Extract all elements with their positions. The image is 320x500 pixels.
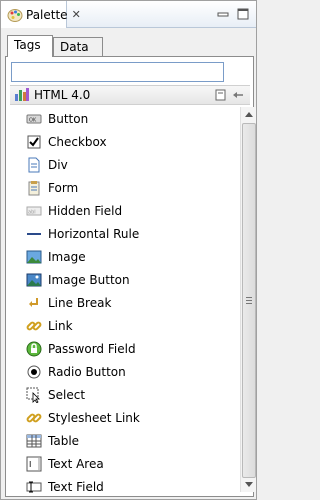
list-item-div[interactable]: Div: [10, 153, 242, 176]
maximize-icon[interactable]: [236, 7, 250, 21]
form-icon: [26, 180, 42, 196]
svg-text:OK: OK: [29, 117, 37, 123]
text-field-icon: [26, 479, 42, 495]
list-item-image-button[interactable]: Image Button: [10, 268, 242, 291]
item-label: Select: [48, 387, 86, 402]
button-icon: OK: [26, 111, 42, 127]
svg-text:I: I: [29, 460, 31, 469]
view-title: Palette: [26, 7, 68, 22]
list-item-image[interactable]: Image: [10, 245, 242, 268]
stylesheet-link-icon: [26, 410, 42, 426]
list-item-select[interactable]: Select: [10, 383, 242, 406]
palette-view: Palette ✕ Tags Data HTML 4.0 OK Button C…: [0, 0, 257, 500]
item-label: Hidden Field: [48, 203, 123, 218]
horizontal-rule-icon: [26, 226, 42, 242]
list-item-link[interactable]: Link: [10, 314, 242, 337]
item-label: Div: [48, 157, 68, 172]
close-icon[interactable]: ✕: [72, 9, 81, 20]
link-icon: [26, 318, 42, 334]
list-item-horizontal-rule[interactable]: Horizontal Rule: [10, 222, 242, 245]
list-item-stylesheet-link[interactable]: Stylesheet Link: [10, 406, 242, 429]
pin-icon[interactable]: [232, 89, 244, 104]
select-icon: [26, 387, 42, 403]
item-label: Table: [48, 433, 80, 448]
list-item-table[interactable]: Table: [10, 429, 242, 452]
item-label: Link: [48, 318, 73, 333]
list-item-checkbox[interactable]: Checkbox: [10, 130, 242, 153]
radio-button-icon: [26, 364, 42, 380]
image-button-icon: [26, 272, 42, 288]
palette-icon: [7, 7, 23, 23]
item-label: Text Field: [48, 479, 104, 494]
password-field-icon: [26, 341, 42, 357]
palette-list: OK Button Checkbox Div Form abl Hidden F…: [10, 107, 242, 498]
html-drawer-icon: [14, 86, 30, 105]
tab-tags[interactable]: Tags: [7, 35, 53, 57]
scroll-up-icon[interactable]: [241, 107, 257, 121]
text-area-icon: I: [26, 456, 42, 472]
table-icon: [26, 433, 42, 449]
view-tab-bar: Palette ✕: [1, 1, 256, 28]
vertical-scrollbar[interactable]: [240, 107, 256, 492]
image-icon: [26, 249, 42, 265]
scroll-down-icon[interactable]: [241, 478, 257, 492]
div-icon: [26, 157, 42, 173]
line-break-icon: [26, 295, 42, 311]
tag-data-tabs: Tags Data: [5, 35, 254, 57]
grip-icon: [246, 297, 252, 304]
tab-data[interactable]: Data: [53, 37, 103, 57]
list-item-text-field[interactable]: Text Field: [10, 475, 242, 498]
list-item-radio-button[interactable]: Radio Button: [10, 360, 242, 383]
search-input[interactable]: [11, 62, 224, 82]
item-label: Password Field: [48, 341, 136, 356]
checkbox-icon: [26, 134, 42, 150]
drawer-title: HTML 4.0: [34, 88, 91, 102]
item-label: Image: [48, 249, 86, 264]
item-label: Image Button: [48, 272, 130, 287]
item-label: Button: [48, 111, 89, 126]
item-label: Form: [48, 180, 79, 195]
list-item-button[interactable]: OK Button: [10, 107, 242, 130]
minimize-icon[interactable]: [216, 7, 230, 21]
list-item-password-field[interactable]: Password Field: [10, 337, 242, 360]
item-label: Line Break: [48, 295, 112, 310]
item-label: Text Area: [48, 456, 104, 471]
item-label: Horizontal Rule: [48, 226, 140, 241]
list-item-hidden-field[interactable]: abl Hidden Field: [10, 199, 242, 222]
list-item-line-break[interactable]: Line Break: [10, 291, 242, 314]
palette-view-tab[interactable]: Palette ✕: [1, 1, 81, 28]
list-item-text-area[interactable]: I Text Area: [10, 452, 242, 475]
tags-panel: HTML 4.0 OK Button Checkbox Div Form abl…: [5, 56, 256, 498]
layout-icon[interactable]: [215, 89, 227, 104]
drawer-header[interactable]: HTML 4.0: [10, 85, 250, 105]
item-label: Radio Button: [48, 364, 126, 379]
item-label: Stylesheet Link: [48, 410, 140, 425]
scroll-thumb[interactable]: [242, 123, 256, 478]
hidden-field-icon: abl: [26, 203, 42, 219]
item-label: Checkbox: [48, 134, 107, 149]
list-item-form[interactable]: Form: [10, 176, 242, 199]
svg-text:abl: abl: [28, 209, 36, 215]
